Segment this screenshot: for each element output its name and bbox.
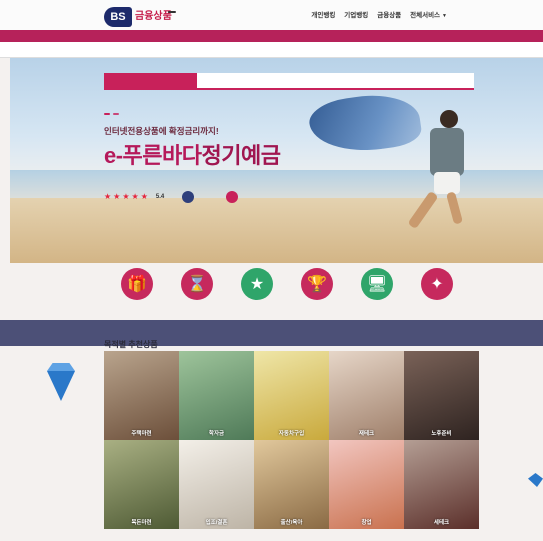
child-shorts bbox=[434, 172, 460, 194]
grid-tile-house[interactable]: 주택마련 bbox=[104, 351, 179, 440]
grid-tile-wedding[interactable]: 입조/결혼 bbox=[179, 440, 254, 529]
topnav-corporate[interactable]: 기업뱅킹 bbox=[344, 9, 368, 19]
tile-label: 세테크 bbox=[433, 520, 450, 526]
gem-decoration bbox=[47, 371, 75, 401]
gem-decoration bbox=[528, 473, 543, 487]
topnav-personal[interactable]: 개인뱅킹 bbox=[311, 9, 335, 19]
product-tabs bbox=[104, 73, 474, 90]
logo-bs: BS bbox=[104, 7, 132, 27]
rating-score: 5.4 bbox=[155, 194, 165, 200]
star-icon: ★ bbox=[131, 192, 139, 201]
grid-tile-childcare[interactable]: 출산/육아 bbox=[254, 440, 329, 529]
tile-label: 자동차구입 bbox=[278, 431, 305, 437]
grid-tile-car[interactable]: 자동차구입 bbox=[254, 351, 329, 440]
top-header: BS 금융상품 개인뱅킹 기업뱅킹 금융상품 전체서비스 ▼ bbox=[0, 0, 543, 30]
product-detail-button[interactable] bbox=[182, 191, 194, 203]
logo-name: 금융상품 bbox=[135, 11, 172, 22]
grid-tile-startup[interactable]: 창업 bbox=[329, 440, 404, 529]
topnav-products[interactable]: 금융상품 bbox=[377, 9, 401, 19]
beach-background bbox=[10, 198, 543, 263]
tab-loan[interactable] bbox=[289, 73, 382, 88]
grid-tile-retirement[interactable]: 노후준비 bbox=[404, 351, 479, 440]
quick-item-star[interactable]: ★ bbox=[230, 268, 284, 305]
logo[interactable]: BS 금융상품 bbox=[104, 7, 182, 27]
hourglass-icon: ⌛ bbox=[181, 268, 213, 300]
star-icon: ★ bbox=[241, 268, 273, 300]
tile-label: 창업 bbox=[361, 520, 372, 526]
purpose-grid: 주택마련 학자금 자동차구입 재테크 노후준비 목돈마련 입조/결혼 출산/육아… bbox=[104, 351, 479, 529]
blue-cloth-image bbox=[306, 88, 424, 159]
tag-badge bbox=[104, 113, 110, 115]
section-title: 목적별 추천상품 bbox=[104, 340, 158, 349]
star-icon: ★ bbox=[122, 192, 130, 201]
logo-badge bbox=[168, 11, 176, 13]
quick-item-monitor[interactable]: 🖥 bbox=[350, 268, 404, 305]
tab-fund[interactable] bbox=[196, 73, 289, 88]
band-tabs bbox=[110, 331, 470, 341]
grid-tile-education[interactable]: 학자금 bbox=[179, 351, 254, 440]
join-button[interactable] bbox=[226, 191, 238, 203]
chevron-down-icon: ▼ bbox=[442, 13, 447, 19]
tile-label: 노후준비 bbox=[431, 431, 452, 437]
topnav-all-services[interactable]: 전체서비스 ▼ bbox=[410, 9, 447, 19]
tile-label: 출산/육아 bbox=[280, 520, 303, 526]
tile-label: 입조/결혼 bbox=[205, 520, 228, 526]
wand-icon: ✦ bbox=[421, 268, 453, 300]
tile-label: 학자금 bbox=[208, 431, 225, 437]
star-icon: ★ bbox=[140, 192, 148, 201]
tab-card[interactable] bbox=[381, 73, 474, 88]
quick-item-wand[interactable]: ✦ bbox=[410, 268, 464, 305]
product-tags bbox=[104, 113, 119, 115]
monitor-icon: 🖥 bbox=[361, 268, 393, 300]
tag-badge bbox=[113, 113, 119, 115]
rating: ★ ★ ★ ★ ★ 5.4 bbox=[104, 193, 164, 201]
star-icon: ★ bbox=[113, 192, 121, 201]
top-nav: 개인뱅킹 기업뱅킹 금융상품 전체서비스 ▼ bbox=[311, 9, 447, 19]
quick-icons: 🎁 ⌛ ★ 🏆 🖥 ✦ bbox=[110, 268, 470, 320]
gem-decoration bbox=[47, 363, 75, 371]
running-child-image bbox=[430, 128, 464, 176]
hero-subtitle: 인터넷전용상품에 확정금리까지! bbox=[104, 126, 219, 136]
gift-icon: 🎁 bbox=[121, 268, 153, 300]
tile-label: 주택마련 bbox=[131, 431, 152, 437]
tile-label: 재테크 bbox=[358, 431, 375, 437]
quick-item-gift[interactable]: 🎁 bbox=[110, 268, 164, 305]
trophy-icon: 🏆 bbox=[301, 268, 333, 300]
star-icon: ★ bbox=[104, 192, 112, 201]
grid-tile-tax[interactable]: 세테크 bbox=[404, 440, 479, 529]
sub-bar bbox=[0, 42, 543, 58]
quick-item-trophy[interactable]: 🏆 bbox=[290, 268, 344, 305]
quick-item-hourglass[interactable]: ⌛ bbox=[170, 268, 224, 305]
tile-label: 목돈마련 bbox=[131, 520, 152, 526]
main-nav bbox=[0, 30, 543, 42]
sea-background bbox=[10, 170, 543, 200]
grid-tile-investment[interactable]: 재테크 bbox=[329, 351, 404, 440]
grid-tile-savings[interactable]: 목돈마련 bbox=[104, 440, 179, 529]
tab-deposit[interactable] bbox=[104, 73, 197, 88]
child-head bbox=[440, 110, 458, 128]
hero-headline[interactable]: e-푸른바다정기예금 bbox=[104, 138, 281, 170]
